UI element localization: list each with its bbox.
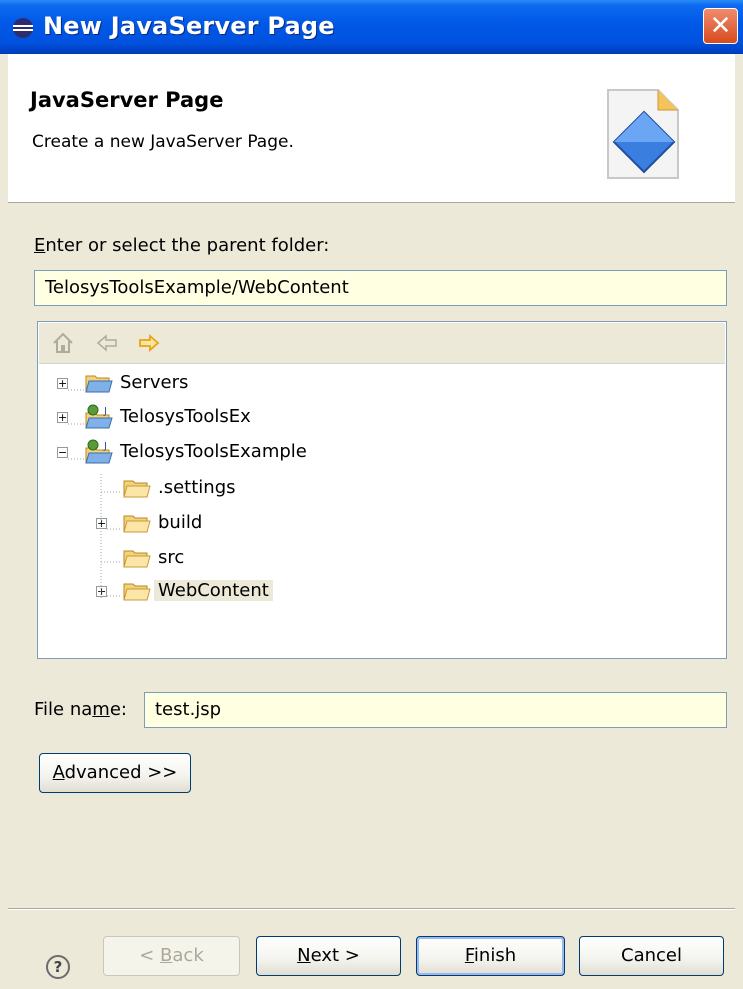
java-project-icon: J [85, 439, 113, 464]
folder-icon [123, 480, 151, 498]
back-button[interactable]: < Back [103, 936, 240, 976]
next-button[interactable]: Next > [256, 936, 401, 976]
eclipse-icon [13, 18, 33, 38]
folder-icon [123, 583, 151, 601]
tree-item-label: Servers [120, 372, 189, 393]
folder-icon [85, 375, 113, 393]
help-icon[interactable]: ? [46, 955, 70, 979]
title-bar[interactable]: New JavaServer Page ✕ [0, 0, 743, 54]
advanced-button[interactable]: Advanced >> [39, 753, 191, 793]
expand-icon[interactable]: + [96, 518, 107, 529]
file-name-input[interactable]: test.jsp [144, 692, 727, 728]
forward-arrow-icon[interactable] [137, 331, 161, 355]
expand-icon[interactable]: + [96, 586, 107, 597]
file-name-label: File name: [34, 699, 127, 720]
tree-item-telosystoolsex[interactable]: + J TelosysToolsEx [38, 404, 718, 434]
expand-icon[interactable]: + [57, 412, 68, 423]
tree-item-webcontent[interactable]: + WebContent [38, 578, 718, 608]
wizard-content: Enter or select the parent folder: Telos… [8, 203, 735, 989]
wizard-header: JavaServer Page Create a new JavaServer … [8, 54, 735, 203]
folder-icon [123, 550, 151, 568]
tree-item-label: TelosysToolsExample [120, 441, 307, 462]
tree-item-src[interactable]: src [38, 545, 718, 575]
tree-item-label: src [158, 547, 185, 568]
home-icon[interactable] [51, 331, 75, 355]
svg-text:J: J [103, 441, 107, 452]
collapse-icon[interactable]: − [57, 447, 68, 458]
tree-item-build[interactable]: + build [38, 510, 718, 540]
parent-folder-input[interactable]: TelosysToolsExample/WebContent [34, 270, 727, 306]
folder-icon [123, 515, 151, 533]
tree-item-label: .settings [158, 477, 236, 498]
expand-icon[interactable]: + [57, 378, 68, 389]
page-description: Create a new JavaServer Page. [32, 132, 294, 152]
new-jsp-dialog: New JavaServer Page ✕ JavaServer Page Cr… [0, 0, 743, 989]
parent-folder-label: Enter or select the parent folder: [34, 235, 330, 256]
jsp-file-icon [607, 89, 679, 179]
tree-toolbar [39, 323, 725, 364]
tree-item-settings[interactable]: .settings [38, 475, 718, 505]
tree-item-servers[interactable]: + Servers [38, 370, 718, 400]
tree-item-telosystoolsexample[interactable]: − J TelosysToolsExample [38, 439, 718, 469]
close-icon: ✕ [709, 11, 732, 41]
cancel-button[interactable]: Cancel [579, 936, 724, 976]
page-title: JavaServer Page [30, 88, 224, 112]
java-project-icon: J [85, 404, 113, 429]
tree-item-label: TelosysToolsEx [120, 406, 251, 427]
window-title: New JavaServer Page [43, 12, 335, 40]
finish-button[interactable]: Finish [416, 936, 565, 976]
separator [8, 908, 735, 910]
tree-item-label-selected: WebContent [154, 580, 273, 601]
folder-tree[interactable]: + Servers + J TelosysToolsEx − J Telosys… [37, 321, 727, 659]
svg-text:J: J [103, 406, 107, 417]
close-button[interactable]: ✕ [703, 8, 738, 44]
tree-item-label: build [158, 512, 203, 533]
back-arrow-icon[interactable] [95, 331, 119, 355]
